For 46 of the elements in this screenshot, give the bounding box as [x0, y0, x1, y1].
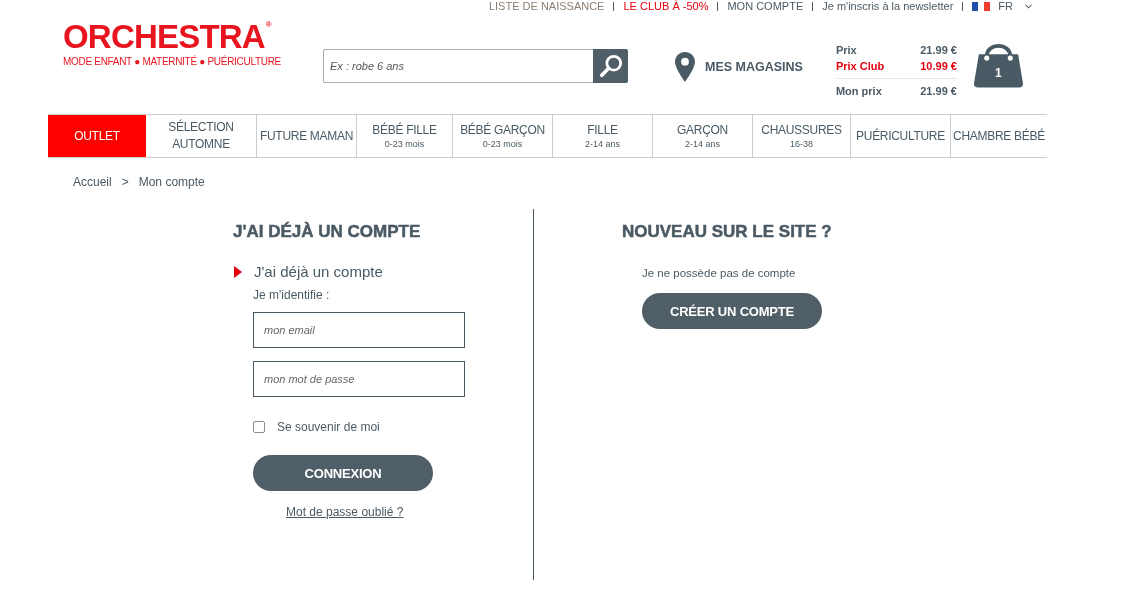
nav-item[interactable]: SÉLECTION AUTOMNE	[146, 115, 256, 157]
nav-item[interactable]: FUTURE MAMAN	[256, 115, 356, 157]
brand-logo[interactable]: ORCHESTRA® MODE ENFANT ● MATERNITÉ ● PUÉRICULTURE	[63, 20, 323, 68]
language-selector[interactable]: FR	[972, 0, 1032, 12]
subheading: J'ai déjà un compte	[254, 263, 383, 281]
forgot-password-link[interactable]: Mot de passe oublié ?	[286, 504, 404, 520]
price-label: Prix Club	[835, 59, 885, 74]
breadcrumb-link[interactable]: Mon compte	[138, 174, 205, 190]
top-link[interactable]: LE CLUB À -50%	[623, 0, 709, 12]
nav-item[interactable]: BÉBÉ GARÇON 0-23 mois	[452, 115, 552, 157]
triangle-bullet-icon	[234, 266, 242, 278]
map-pin-icon	[675, 52, 695, 82]
create-account-button[interactable]: CRÉER UN COMPTE	[642, 293, 822, 329]
price-value: 10.99 €	[920, 59, 957, 74]
nav-item[interactable]: CHAUSSURES 16-38	[752, 115, 850, 157]
price-value: 21.99 €	[920, 84, 957, 99]
price-label: Mon prix	[835, 84, 882, 99]
search-icon	[598, 54, 623, 78]
password-field[interactable]: mon mot de passe	[253, 361, 465, 397]
top-link[interactable]: Je m'inscris à la newsletter	[822, 0, 954, 12]
nav-item[interactable]: PUÉRICULTURE	[850, 115, 950, 157]
top-link[interactable]: LISTE DE NAISSANCE	[488, 0, 605, 12]
caret-icon	[1025, 3, 1032, 9]
breadcrumb-link[interactable]: Accueil	[73, 174, 112, 190]
checkbox-label: Se souvenir de moi	[277, 419, 380, 435]
search-field[interactable]: Ex : robe 6 ans	[323, 49, 593, 83]
store-locator-link[interactable]: MES MAGASINS	[675, 52, 803, 82]
nav-item[interactable]: OUTLET	[48, 115, 146, 157]
login-button[interactable]: CONNEXION	[253, 455, 433, 491]
nav-item[interactable]: CHAMBRE BÉBÉ	[950, 115, 1047, 157]
checkbox[interactable]	[253, 421, 265, 433]
search-button[interactable]	[593, 49, 628, 83]
cart-button[interactable]: 1	[972, 40, 1024, 88]
register-text: Je ne possède pas de compte	[642, 266, 796, 281]
nav-item[interactable]: GARÇON 2-14 ans	[652, 115, 752, 157]
email-field[interactable]: mon email	[253, 312, 465, 348]
flag-icon	[972, 1, 991, 11]
price-label: Prix	[835, 43, 857, 58]
section-heading: NOUVEAU SUR LE SITE ?	[622, 222, 832, 242]
breadcrumb-separator: >	[121, 174, 129, 190]
price-value: 21.99 €	[920, 43, 957, 58]
nav-item[interactable]: BÉBÉ FILLE 0-23 mois	[356, 115, 452, 157]
top-link[interactable]: MON COMPTE	[727, 0, 804, 12]
nav-item[interactable]: FILLE 2-14 ans	[552, 115, 652, 157]
form-prompt: Je m'identifie :	[253, 287, 330, 303]
section-heading: J'AI DÉJÀ UN COMPTE	[233, 222, 421, 242]
